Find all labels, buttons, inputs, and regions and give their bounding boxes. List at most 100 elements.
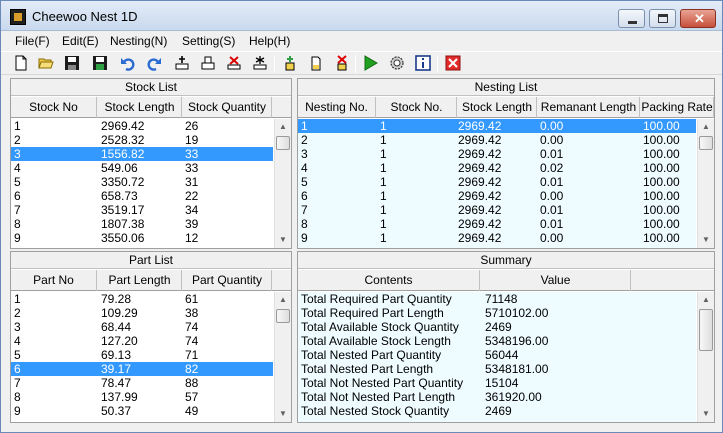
stock-list-row[interactable]: 6 658.73 22: [11, 189, 273, 203]
menu-help[interactable]: Help(H): [249, 34, 290, 48]
summary-col-value[interactable]: Value: [481, 270, 631, 291]
open-folder-icon[interactable]: [38, 55, 54, 71]
nesting-col-no[interactable]: Nesting No.: [298, 97, 376, 118]
exit-icon[interactable]: [445, 55, 461, 71]
stock-col-no[interactable]: Stock No: [11, 97, 97, 118]
nesting-list-row[interactable]: 7 1 2969.42 0.01 100.00: [298, 203, 696, 217]
stock-list-row[interactable]: 9 3550.06 12: [11, 231, 273, 245]
nesting-list-row[interactable]: 8 1 2969.42 0.01 100.00: [298, 217, 696, 231]
close-button[interactable]: ✕: [680, 9, 716, 28]
scroll-thumb[interactable]: [699, 136, 713, 150]
scroll-up-icon[interactable]: ▲: [275, 292, 291, 308]
scroll-up-icon[interactable]: ▲: [275, 119, 291, 135]
part-list-row[interactable]: 3 68.44 74: [11, 320, 273, 334]
stock-list-row[interactable]: 8 1807.38 39: [11, 217, 273, 231]
part-list-row[interactable]: 9 50.37 49: [11, 404, 273, 418]
summary-row[interactable]: Total Required Part Length 5710102.00: [298, 306, 696, 320]
settings-gear-icon[interactable]: [389, 55, 405, 71]
cell: 0.01: [540, 175, 564, 189]
part-col-length[interactable]: Part Length: [98, 270, 182, 291]
minimize-button[interactable]: [618, 9, 645, 28]
add-part-icon[interactable]: [282, 55, 298, 71]
scroll-thumb[interactable]: [699, 309, 713, 351]
summary-header: Contents Value: [298, 270, 714, 291]
part-list-row[interactable]: 1 79.28 61: [11, 292, 273, 306]
part-col-no[interactable]: Part No: [11, 270, 97, 291]
summary-row[interactable]: Total Required Part Quantity 71148: [298, 292, 696, 306]
nesting-list-row[interactable]: 3 1 2969.42 0.01 100.00: [298, 147, 696, 161]
summary-row[interactable]: Total Nested Part Length 5348181.00: [298, 362, 696, 376]
nesting-list-row[interactable]: 4 1 2969.42 0.02 100.00: [298, 161, 696, 175]
scroll-up-icon[interactable]: ▲: [698, 292, 714, 308]
stock-list-row[interactable]: 2 2528.32 19: [11, 133, 273, 147]
cell: 100.00: [643, 203, 680, 217]
clear-stock-icon[interactable]: [252, 55, 268, 71]
summary-row[interactable]: Total Not Nested Part Quantity 15104: [298, 376, 696, 390]
cell: Total Required Part Quantity: [301, 292, 452, 306]
part-list-row[interactable]: 2 109.29 38: [11, 306, 273, 320]
part-list-row[interactable]: 7 78.47 88: [11, 376, 273, 390]
save-as-icon[interactable]: [92, 55, 108, 71]
scroll-thumb[interactable]: [276, 309, 290, 323]
stock-col-length[interactable]: Stock Length: [98, 97, 182, 118]
nesting-list-row[interactable]: 6 1 2969.42 0.00 100.00: [298, 189, 696, 203]
menu-file[interactable]: File(F): [15, 34, 50, 48]
stock-list-row[interactable]: 5 3350.72 31: [11, 175, 273, 189]
nesting-list-row[interactable]: 1 1 2969.42 0.00 100.00: [298, 119, 696, 133]
menu-nesting[interactable]: Nesting(N): [110, 34, 167, 48]
stock-list-scrollbar[interactable]: ▲ ▼: [274, 119, 291, 248]
scroll-down-icon[interactable]: ▼: [275, 406, 291, 422]
scroll-down-icon[interactable]: ▼: [698, 406, 714, 422]
delete-part-icon[interactable]: [334, 55, 350, 71]
summary-row[interactable]: Total Not Nested Part Length 361920.00: [298, 390, 696, 404]
redo-icon[interactable]: [146, 55, 162, 71]
summary-row[interactable]: Total Nested Stock Quantity 2469: [298, 404, 696, 418]
nesting-list-row[interactable]: 9 1 2969.42 0.00 100.00: [298, 231, 696, 245]
delete-stock-icon[interactable]: [226, 55, 242, 71]
cell: 2469: [485, 320, 512, 334]
summary-row[interactable]: Total Available Stock Length 5348196.00: [298, 334, 696, 348]
part-col-quantity[interactable]: Part Quantity: [183, 270, 272, 291]
part-list-row[interactable]: 6 39.17 82: [11, 362, 273, 376]
menu-edit[interactable]: Edit(E): [62, 34, 99, 48]
summary-row[interactable]: Total Available Stock Quantity 2469: [298, 320, 696, 334]
print-stock-icon[interactable]: [200, 55, 216, 71]
part-list-row[interactable]: 5 69.13 71: [11, 348, 273, 362]
new-part-icon[interactable]: [308, 55, 324, 71]
scroll-up-icon[interactable]: ▲: [698, 119, 714, 135]
stock-list-row[interactable]: 1 2969.42 26: [11, 119, 273, 133]
cell: 82: [185, 362, 199, 376]
run-nesting-icon[interactable]: [362, 55, 378, 71]
summary-row[interactable]: Total Nested Part Quantity 56044: [298, 348, 696, 362]
nesting-col-packing[interactable]: Packing Rate: [641, 97, 714, 118]
nesting-col-stock-no[interactable]: Stock No.: [377, 97, 457, 118]
cell: 100.00: [643, 231, 680, 245]
scroll-thumb[interactable]: [276, 136, 290, 150]
menu-setting[interactable]: Setting(S): [182, 34, 235, 48]
stock-list-row[interactable]: 7 3519.17 34: [11, 203, 273, 217]
part-list-row[interactable]: 8 137.99 57: [11, 390, 273, 404]
summary-col-contents[interactable]: Contents: [298, 270, 480, 291]
maximize-button[interactable]: [649, 9, 676, 28]
nesting-list-row[interactable]: 5 1 2969.42 0.01 100.00: [298, 175, 696, 189]
nesting-list-scrollbar[interactable]: ▲ ▼: [697, 119, 714, 248]
scroll-down-icon[interactable]: ▼: [275, 232, 291, 248]
info-icon[interactable]: [415, 55, 431, 71]
nesting-col-stock-length[interactable]: Stock Length: [458, 97, 537, 118]
nesting-col-remanant[interactable]: Remanant Length: [538, 97, 640, 118]
stock-list-row[interactable]: 4 549.06 33: [11, 161, 273, 175]
stock-list-row[interactable]: 3 1556.82 33: [11, 147, 273, 161]
summary-scrollbar[interactable]: ▲ ▼: [697, 292, 714, 422]
part-list-row[interactable]: 4 127.20 74: [11, 334, 273, 348]
title-bar[interactable]: Cheewoo Nest 1D ✕: [1, 1, 722, 31]
window-title: Cheewoo Nest 1D: [32, 9, 138, 24]
nesting-list-row[interactable]: 2 1 2969.42 0.00 100.00: [298, 133, 696, 147]
scroll-down-icon[interactable]: ▼: [698, 232, 714, 248]
stock-col-quantity[interactable]: Stock Quantity: [183, 97, 272, 118]
undo-icon[interactable]: [120, 55, 136, 71]
part-list-scrollbar[interactable]: ▲ ▼: [274, 292, 291, 422]
new-file-icon[interactable]: [13, 55, 29, 71]
add-stock-icon[interactable]: [174, 55, 190, 71]
cell: 31: [185, 175, 199, 189]
save-icon[interactable]: [64, 55, 80, 71]
